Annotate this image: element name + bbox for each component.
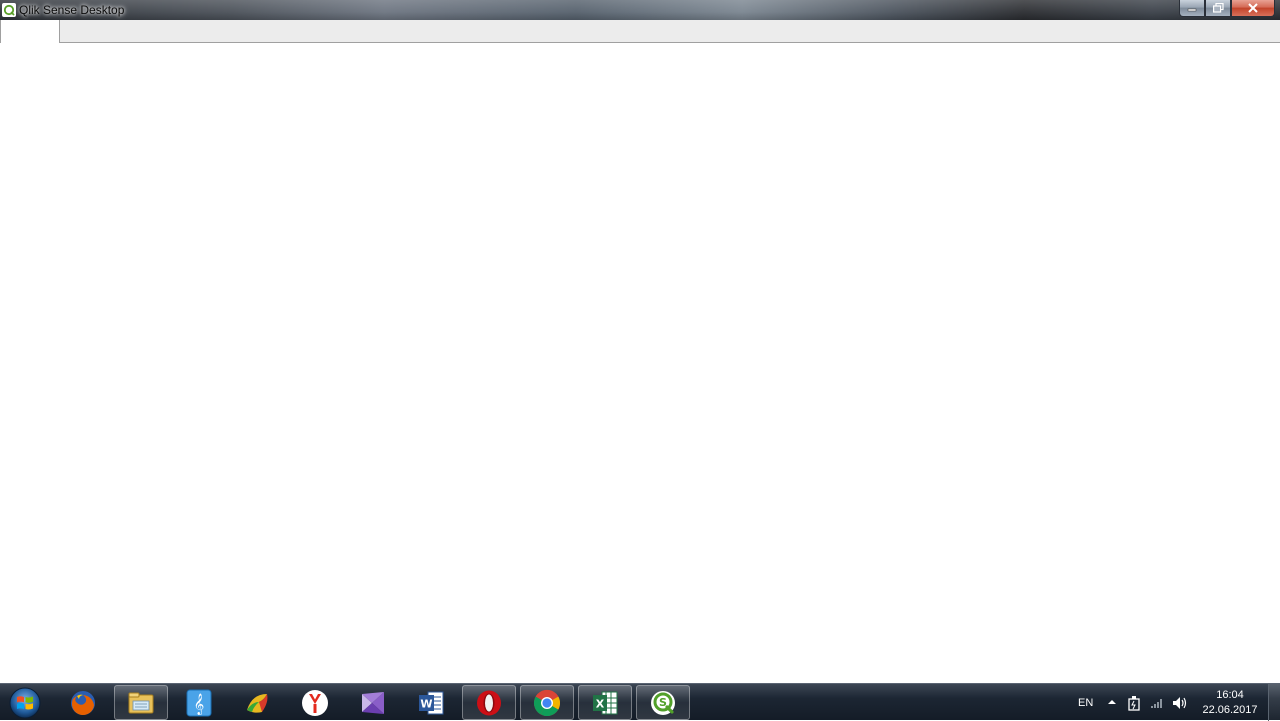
minimize-icon (1187, 8, 1197, 12)
main-content-area[interactable] (0, 43, 1280, 683)
opera-icon (477, 690, 501, 715)
taskbar-yandex-browser[interactable] (288, 685, 342, 720)
windows-start-icon (9, 687, 41, 718)
title-bar[interactable]: Qlik Sense Desktop (0, 0, 1280, 20)
taskbar-file-explorer[interactable] (114, 685, 168, 720)
taskbar-chrome[interactable] (520, 685, 574, 720)
clock-time: 16:04 (1216, 689, 1244, 701)
file-explorer-icon (128, 692, 154, 713)
visual-studio-icon (362, 691, 384, 714)
tab-strip (0, 20, 1280, 43)
network-signal-icon[interactable] (1150, 697, 1164, 709)
tab-active[interactable] (0, 20, 60, 43)
window-title: Qlik Sense Desktop (19, 3, 125, 17)
battery-power-icon[interactable] (1128, 695, 1140, 711)
volume-icon[interactable] (1172, 696, 1188, 710)
firefox-icon (71, 690, 95, 715)
restore-icon (1212, 3, 1224, 13)
taskbar-visual-studio[interactable] (346, 685, 400, 720)
taskbar-word[interactable]: W (404, 685, 458, 720)
taskbar-opera[interactable] (462, 685, 516, 720)
qlik-sense-icon: S (651, 690, 675, 715)
word-icon: W (419, 691, 444, 714)
svg-text:S: S (659, 696, 667, 709)
system-clock[interactable]: 16:04 22.06.2017 (1198, 688, 1262, 718)
taskbar: 𝄞 W X S EN 16:04 22.06.2017 (0, 683, 1280, 721)
taskbar-music-app[interactable]: 𝄞 (172, 685, 226, 720)
close-icon (1248, 3, 1258, 13)
taskbar-colorful-app[interactable] (230, 685, 284, 720)
show-desktop-button[interactable] (1268, 684, 1280, 721)
excel-icon: X (593, 691, 618, 714)
close-button[interactable] (1231, 0, 1275, 17)
taskbar-firefox[interactable] (56, 685, 110, 720)
language-indicator[interactable]: EN (1078, 684, 1093, 721)
svg-text:W: W (420, 697, 432, 710)
taskbar-qlik-sense[interactable]: S (636, 685, 690, 720)
colorful-app-icon (247, 693, 268, 713)
music-app-icon: 𝄞 (186, 689, 212, 716)
chrome-icon (533, 689, 561, 716)
clock-date: 22.06.2017 (1202, 704, 1258, 716)
svg-text:X: X (596, 697, 605, 710)
minimize-button[interactable] (1179, 0, 1205, 17)
svg-text:𝄞: 𝄞 (194, 694, 205, 715)
taskbar-excel[interactable]: X (578, 685, 632, 720)
window-controls (1179, 0, 1275, 18)
maximize-button[interactable] (1205, 0, 1231, 17)
yandex-browser-icon (302, 689, 328, 716)
start-button[interactable] (6, 685, 44, 720)
qlik-sense-icon (2, 3, 16, 17)
show-hidden-icons-icon[interactable] (1107, 699, 1117, 705)
